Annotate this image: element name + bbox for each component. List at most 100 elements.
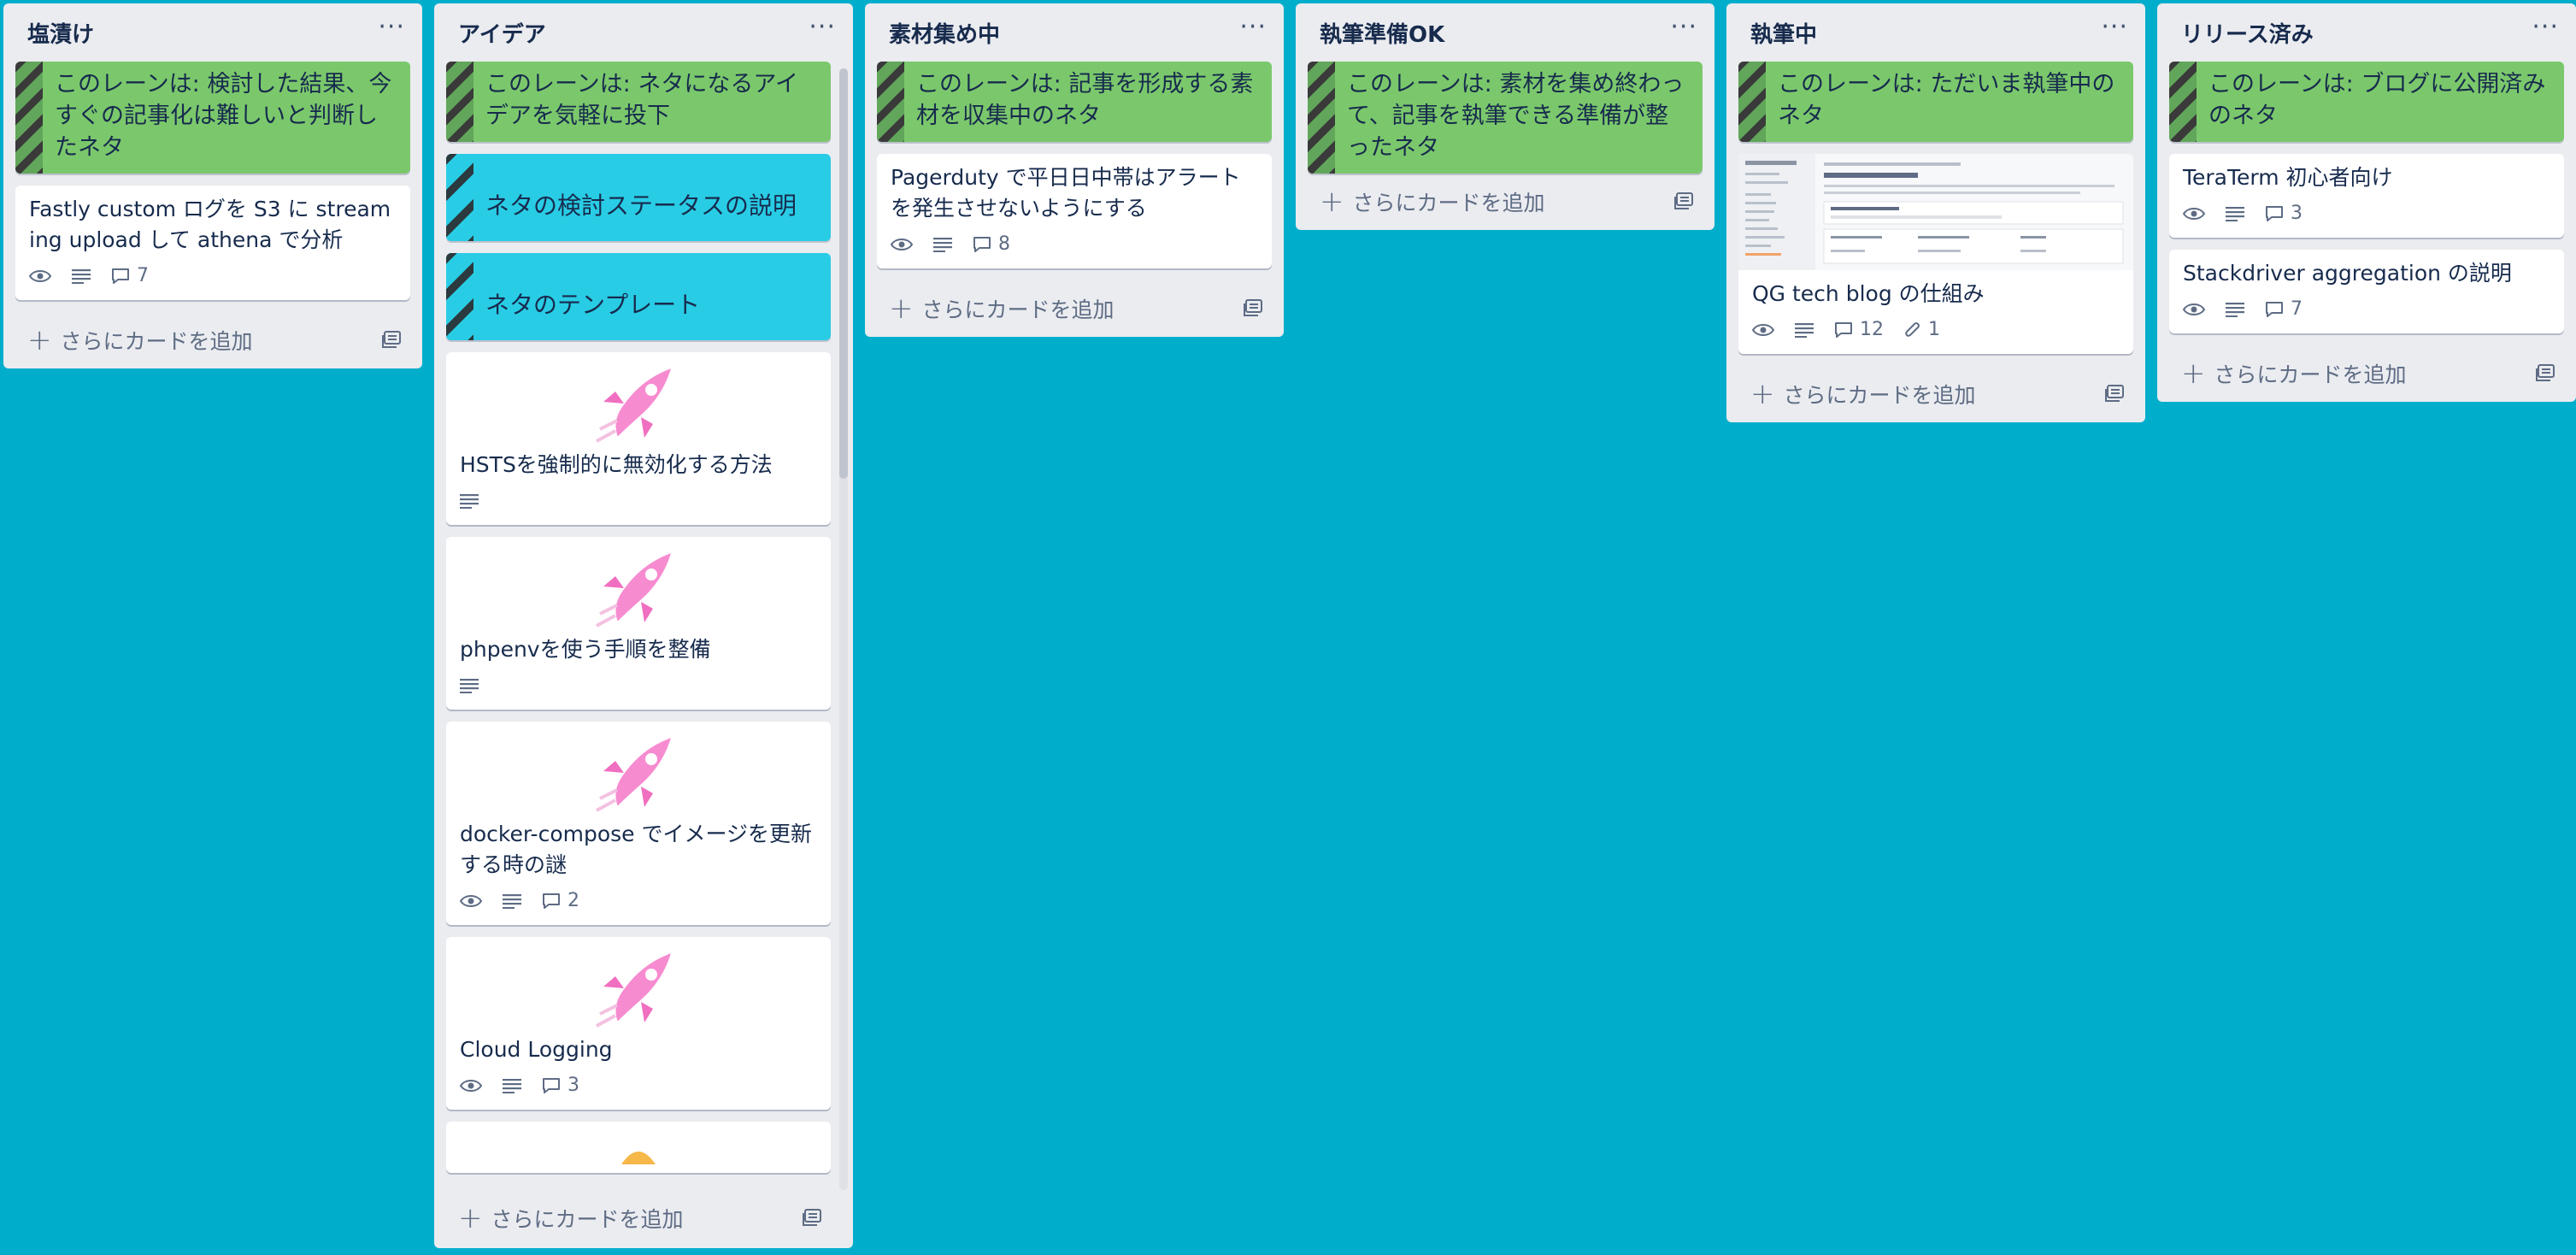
- attachment-icon: [1904, 321, 1921, 339]
- plus-icon: +: [1750, 377, 1775, 411]
- add-card-row: + さらにカードを追加: [865, 280, 1284, 337]
- comment-count: 3: [568, 1075, 579, 1096]
- add-card-row: + さらにカードを追加: [2157, 345, 2576, 402]
- comment-badge: 2: [542, 886, 579, 916]
- board: 塩漬け ··· このレーンは: 検討した結果、今すぐの記事化は難しいと判断したネ…: [0, 0, 2576, 1255]
- add-card-label: さらにカードを追加: [921, 298, 1115, 322]
- add-card-button[interactable]: + さらにカードを追加: [27, 325, 253, 356]
- template-card-icon[interactable]: [1243, 299, 1263, 318]
- card-badges: 3: [2183, 200, 2550, 227]
- template-card-icon[interactable]: [1673, 192, 1694, 211]
- card[interactable]: Stackdriver aggregation の説明 7: [2169, 250, 2564, 333]
- card[interactable]: Cloud Logging 3: [446, 937, 831, 1110]
- comment-badge: 3: [542, 1070, 579, 1101]
- add-card-row: + さらにカードを追加: [1726, 366, 2145, 422]
- sticker-partial: [460, 1130, 817, 1164]
- card-title: phpenvを使う手順を整備: [460, 637, 711, 662]
- scroll-thumb[interactable]: [839, 68, 848, 479]
- list-header[interactable]: 執筆中 ···: [1726, 3, 2145, 62]
- list-menu-button[interactable]: ···: [809, 15, 836, 50]
- list-header[interactable]: 塩漬け ···: [3, 3, 422, 62]
- card[interactable]: HSTSを強制的に無効化する方法: [446, 352, 831, 525]
- list-menu-button[interactable]: ···: [2532, 15, 2559, 50]
- add-card-label: さらにカードを追加: [1352, 191, 1545, 215]
- comment-count: 2: [568, 890, 579, 911]
- card[interactable]: Fastly custom ログを S3 に streaming upload …: [15, 186, 410, 300]
- list-header[interactable]: 執筆準備OK ···: [1296, 3, 1714, 62]
- eye-icon: [1752, 321, 1774, 339]
- card-title: HSTSを強制的に無効化する方法: [460, 452, 773, 477]
- lane-description-card[interactable]: このレーンは: ネタになるアイデアを気軽に投下: [446, 62, 831, 142]
- list-menu-button[interactable]: ···: [1670, 15, 1697, 50]
- list-title[interactable]: 塩漬け: [27, 17, 94, 49]
- card-title: docker-compose でイメージを更新する時の謎: [460, 822, 812, 877]
- card[interactable]: Pagerduty で平日日中帯はアラートを発生させないようにする 8: [877, 154, 1272, 268]
- list-menu-button[interactable]: ···: [378, 15, 405, 50]
- list-title[interactable]: 素材集め中: [889, 17, 1000, 49]
- card-badges: 12 1: [1752, 316, 2120, 344]
- template-card-icon[interactable]: [802, 1209, 822, 1228]
- eye-icon: [460, 893, 482, 910]
- card-partial[interactable]: [446, 1122, 831, 1173]
- rocket-sticker: [460, 361, 817, 446]
- lane-description-card[interactable]: このレーンは: 検討した結果、今すぐの記事化は難しいと判断したネタ: [15, 62, 410, 174]
- comment-badge: 7: [111, 261, 149, 292]
- plus-icon: +: [2181, 356, 2206, 391]
- add-card-button[interactable]: + さらにカードを追加: [1320, 186, 1545, 217]
- card[interactable]: phpenvを使う手順を整備: [446, 537, 831, 710]
- status-explanation-card[interactable]: ネタの検討ステータスの説明: [446, 154, 831, 241]
- add-card-button[interactable]: + さらにカードを追加: [458, 1203, 684, 1234]
- card-title: QG tech blog の仕組み: [1752, 281, 1985, 306]
- list-title[interactable]: アイデア: [458, 17, 546, 49]
- list-menu-button[interactable]: ···: [2101, 15, 2128, 50]
- label-stripe: [1308, 62, 1335, 174]
- add-card-button[interactable]: + さらにカードを追加: [889, 293, 1115, 324]
- list-title[interactable]: 執筆準備OK: [1320, 17, 1444, 49]
- description-icon: [2226, 206, 2244, 221]
- list-menu-button[interactable]: ···: [1239, 15, 1267, 50]
- lane-description-card[interactable]: このレーンは: 素材を集め終わって、記事を執筆できる準備が整ったネタ: [1308, 62, 1703, 174]
- list-header[interactable]: アイデア ···: [434, 3, 853, 62]
- template-card-icon[interactable]: [381, 331, 402, 350]
- add-card-row: + さらにカードを追加: [434, 1190, 853, 1246]
- card[interactable]: QG tech blog の仕組み 12 1: [1738, 154, 2133, 354]
- list-header[interactable]: リリース済み ···: [2157, 3, 2576, 62]
- template-card-icon[interactable]: [2535, 364, 2555, 383]
- card-cover-image: [1738, 154, 2133, 270]
- card[interactable]: docker-compose でイメージを更新する時の謎 2: [446, 722, 831, 925]
- attachment-count: 1: [1928, 319, 1940, 340]
- list-released: リリース済み ··· このレーンは: ブログに公開済みのネタ TeraTerm …: [2157, 3, 2576, 402]
- comment-count: 7: [137, 265, 149, 286]
- add-card-button[interactable]: + さらにカードを追加: [1750, 379, 1976, 409]
- description-icon: [2226, 302, 2244, 317]
- card-title: TeraTerm 初心者向け: [2183, 165, 2393, 190]
- list-header[interactable]: 素材集め中 ···: [865, 3, 1284, 62]
- card-title: ネタの検討ステータスの説明: [485, 191, 797, 220]
- description-icon: [460, 493, 479, 509]
- description-icon: [72, 268, 91, 284]
- card-badges: 8: [891, 231, 1258, 258]
- list-ready: 執筆準備OK ··· このレーンは: 素材を集め終わって、記事を執筆できる準備が…: [1296, 3, 1714, 230]
- comment-icon: [2265, 301, 2284, 318]
- plus-icon: +: [889, 292, 914, 326]
- comment-icon: [2265, 205, 2284, 222]
- list-idea: アイデア ··· このレーンは: ネタになるアイデアを気軽に投下 ネタの検討ステ…: [434, 3, 853, 1248]
- description-icon: [460, 678, 479, 693]
- add-card-button[interactable]: + さらにカードを追加: [2181, 358, 2407, 389]
- card-title: Stackdriver aggregation の説明: [2183, 261, 2512, 286]
- lane-description-card[interactable]: このレーンは: 記事を形成する素材を収集中のネタ: [877, 62, 1272, 142]
- lane-description-card[interactable]: このレーンは: ブログに公開済みのネタ: [2169, 62, 2564, 142]
- description-icon: [933, 237, 952, 252]
- description-icon: [503, 893, 521, 909]
- lane-description-card[interactable]: このレーンは: ただいま執筆中のネタ: [1738, 62, 2133, 142]
- template-card[interactable]: ネタのテンプレート: [446, 253, 831, 340]
- list-writing: 執筆中 ··· このレーンは: ただいま執筆中のネタ QG tech blog …: [1726, 3, 2145, 422]
- list-title[interactable]: 執筆中: [1750, 17, 1817, 49]
- list-title[interactable]: リリース済み: [2181, 17, 2314, 49]
- template-card-icon[interactable]: [2104, 385, 2125, 404]
- comment-icon: [542, 1077, 561, 1094]
- list-scrollbar[interactable]: [839, 68, 848, 1190]
- card[interactable]: TeraTerm 初心者向け 3: [2169, 154, 2564, 238]
- add-card-label: さらにカードを追加: [2214, 362, 2407, 387]
- card-title: ネタのテンプレート: [485, 291, 701, 319]
